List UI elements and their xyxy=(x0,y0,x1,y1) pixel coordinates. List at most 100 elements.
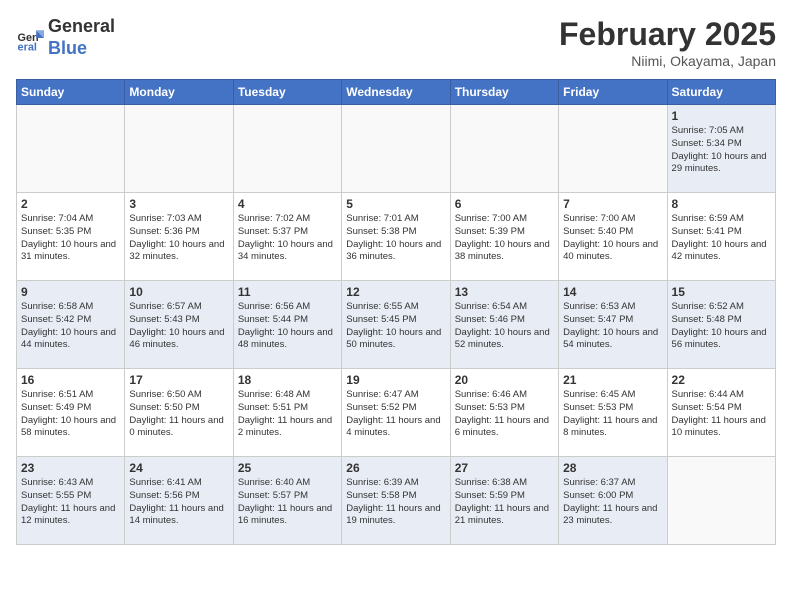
day-number: 25 xyxy=(238,461,337,475)
calendar-week-row: 16Sunrise: 6:51 AM Sunset: 5:49 PM Dayli… xyxy=(17,369,776,457)
calendar-cell xyxy=(667,457,775,545)
day-info: Sunrise: 6:57 AM Sunset: 5:43 PM Dayligh… xyxy=(129,301,228,352)
calendar-table: SundayMondayTuesdayWednesdayThursdayFrid… xyxy=(16,79,776,545)
main-title: February 2025 xyxy=(559,16,776,53)
weekday-header-monday: Monday xyxy=(125,80,233,105)
day-number: 26 xyxy=(346,461,445,475)
calendar-cell: 14 Sunrise: 6:53 AM Sunset: 5:47 PM Dayli… xyxy=(559,281,667,369)
calendar-week-row: 2Sunrise: 7:04 AM Sunset: 5:35 PM Daylig… xyxy=(17,193,776,281)
calendar-cell: 1 Sunrise: 7:05 AM Sunset: 5:34 PM Daylig… xyxy=(667,105,775,193)
day-info: Sunrise: 6:46 AM Sunset: 5:53 PM Dayligh… xyxy=(455,389,554,440)
calendar-week-row: 23 Sunrise: 6:43 AM Sunset: 5:55 PM Dayli… xyxy=(17,457,776,545)
calendar-cell: 27 Sunrise: 6:38 AM Sunset: 5:59 PM Dayli… xyxy=(450,457,558,545)
calendar-cell: 9 Sunrise: 6:58 AM Sunset: 5:42 PM Daylig… xyxy=(17,281,125,369)
day-info: Sunrise: 6:45 AM Sunset: 5:53 PM Dayligh… xyxy=(563,389,662,440)
calendar-week-row: 9 Sunrise: 6:58 AM Sunset: 5:42 PM Daylig… xyxy=(17,281,776,369)
day-number: 11 xyxy=(238,285,337,299)
calendar-cell xyxy=(450,105,558,193)
calendar-cell: 20Sunrise: 6:46 AM Sunset: 5:53 PM Dayli… xyxy=(450,369,558,457)
calendar-cell xyxy=(125,105,233,193)
weekday-header-thursday: Thursday xyxy=(450,80,558,105)
day-info: Sunrise: 7:00 AM Sunset: 5:39 PM Dayligh… xyxy=(455,213,554,264)
weekday-header-tuesday: Tuesday xyxy=(233,80,341,105)
page-header: Gen eral GeneralBlue February 2025 Niimi… xyxy=(16,16,776,69)
calendar-cell: 15 Sunrise: 6:52 AM Sunset: 5:48 PM Dayli… xyxy=(667,281,775,369)
day-number: 14 xyxy=(563,285,662,299)
day-number: 6 xyxy=(455,197,554,211)
day-number: 2 xyxy=(21,197,120,211)
calendar-cell xyxy=(559,105,667,193)
day-info: Sunrise: 6:59 AM Sunset: 5:41 PM Dayligh… xyxy=(672,213,771,264)
day-info: Sunrise: 6:47 AM Sunset: 5:52 PM Dayligh… xyxy=(346,389,445,440)
logo: Gen eral GeneralBlue xyxy=(16,16,115,59)
day-info: Sunrise: 6:40 AM Sunset: 5:57 PM Dayligh… xyxy=(238,477,337,528)
day-info: Sunrise: 6:55 AM Sunset: 5:45 PM Dayligh… xyxy=(346,301,445,352)
day-number: 24 xyxy=(129,461,228,475)
day-info: Sunrise: 7:01 AM Sunset: 5:38 PM Dayligh… xyxy=(346,213,445,264)
calendar-cell: 17 Sunrise: 6:50 AM Sunset: 5:50 PM Dayli… xyxy=(125,369,233,457)
logo-icon: Gen eral xyxy=(16,24,44,52)
day-info: Sunrise: 7:02 AM Sunset: 5:37 PM Dayligh… xyxy=(238,213,337,264)
day-info: Sunrise: 6:58 AM Sunset: 5:42 PM Dayligh… xyxy=(21,301,120,352)
calendar-cell: 21 Sunrise: 6:45 AM Sunset: 5:53 PM Dayli… xyxy=(559,369,667,457)
day-number: 13 xyxy=(455,285,554,299)
calendar-cell: 28Sunrise: 6:37 AM Sunset: 6:00 PM Dayli… xyxy=(559,457,667,545)
calendar-cell: 2Sunrise: 7:04 AM Sunset: 5:35 PM Daylig… xyxy=(17,193,125,281)
day-number: 1 xyxy=(672,109,771,123)
weekday-header-saturday: Saturday xyxy=(667,80,775,105)
day-info: Sunrise: 6:54 AM Sunset: 5:46 PM Dayligh… xyxy=(455,301,554,352)
calendar-cell xyxy=(17,105,125,193)
day-number: 15 xyxy=(672,285,771,299)
day-number: 9 xyxy=(21,285,120,299)
calendar-cell: 19 Sunrise: 6:47 AM Sunset: 5:52 PM Dayli… xyxy=(342,369,450,457)
calendar-cell: 13 Sunrise: 6:54 AM Sunset: 5:46 PM Dayli… xyxy=(450,281,558,369)
calendar-cell: 26Sunrise: 6:39 AM Sunset: 5:58 PM Dayli… xyxy=(342,457,450,545)
calendar-cell: 16Sunrise: 6:51 AM Sunset: 5:49 PM Dayli… xyxy=(17,369,125,457)
day-info: Sunrise: 6:37 AM Sunset: 6:00 PM Dayligh… xyxy=(563,477,662,528)
calendar-cell: 5 Sunrise: 7:01 AM Sunset: 5:38 PM Daylig… xyxy=(342,193,450,281)
day-info: Sunrise: 6:43 AM Sunset: 5:55 PM Dayligh… xyxy=(21,477,120,528)
calendar-cell: 7Sunrise: 7:00 AM Sunset: 5:40 PM Daylig… xyxy=(559,193,667,281)
calendar-cell: 24 Sunrise: 6:41 AM Sunset: 5:56 PM Dayli… xyxy=(125,457,233,545)
day-number: 17 xyxy=(129,373,228,387)
day-info: Sunrise: 6:44 AM Sunset: 5:54 PM Dayligh… xyxy=(672,389,771,440)
calendar-cell: 6 Sunrise: 7:00 AM Sunset: 5:39 PM Daylig… xyxy=(450,193,558,281)
weekday-header-friday: Friday xyxy=(559,80,667,105)
day-info: Sunrise: 6:53 AM Sunset: 5:47 PM Dayligh… xyxy=(563,301,662,352)
day-number: 19 xyxy=(346,373,445,387)
calendar-cell: 11 Sunrise: 6:56 AM Sunset: 5:44 PM Dayli… xyxy=(233,281,341,369)
weekday-header-row: SundayMondayTuesdayWednesdayThursdayFrid… xyxy=(17,80,776,105)
calendar-cell: 12 Sunrise: 6:55 AM Sunset: 5:45 PM Dayli… xyxy=(342,281,450,369)
logo-text: GeneralBlue xyxy=(48,16,115,59)
day-number: 12 xyxy=(346,285,445,299)
calendar-cell: 3Sunrise: 7:03 AM Sunset: 5:36 PM Daylig… xyxy=(125,193,233,281)
day-number: 5 xyxy=(346,197,445,211)
day-info: Sunrise: 7:05 AM Sunset: 5:34 PM Dayligh… xyxy=(672,125,771,176)
day-info: Sunrise: 6:50 AM Sunset: 5:50 PM Dayligh… xyxy=(129,389,228,440)
day-number: 27 xyxy=(455,461,554,475)
weekday-header-sunday: Sunday xyxy=(17,80,125,105)
calendar-cell: 22 Sunrise: 6:44 AM Sunset: 5:54 PM Dayli… xyxy=(667,369,775,457)
calendar-cell xyxy=(342,105,450,193)
day-info: Sunrise: 6:41 AM Sunset: 5:56 PM Dayligh… xyxy=(129,477,228,528)
day-info: Sunrise: 6:38 AM Sunset: 5:59 PM Dayligh… xyxy=(455,477,554,528)
day-info: Sunrise: 6:48 AM Sunset: 5:51 PM Dayligh… xyxy=(238,389,337,440)
day-number: 21 xyxy=(563,373,662,387)
day-number: 10 xyxy=(129,285,228,299)
day-number: 8 xyxy=(672,197,771,211)
weekday-header-wednesday: Wednesday xyxy=(342,80,450,105)
day-number: 23 xyxy=(21,461,120,475)
day-info: Sunrise: 7:00 AM Sunset: 5:40 PM Dayligh… xyxy=(563,213,662,264)
day-number: 3 xyxy=(129,197,228,211)
day-info: Sunrise: 6:52 AM Sunset: 5:48 PM Dayligh… xyxy=(672,301,771,352)
calendar-cell: 25 Sunrise: 6:40 AM Sunset: 5:57 PM Dayli… xyxy=(233,457,341,545)
calendar-body: 1 Sunrise: 7:05 AM Sunset: 5:34 PM Daylig… xyxy=(17,105,776,545)
calendar-cell: 4 Sunrise: 7:02 AM Sunset: 5:37 PM Daylig… xyxy=(233,193,341,281)
day-number: 22 xyxy=(672,373,771,387)
day-info: Sunrise: 6:51 AM Sunset: 5:49 PM Dayligh… xyxy=(21,389,120,440)
day-number: 4 xyxy=(238,197,337,211)
day-info: Sunrise: 6:56 AM Sunset: 5:44 PM Dayligh… xyxy=(238,301,337,352)
day-number: 18 xyxy=(238,373,337,387)
calendar-cell: 18 Sunrise: 6:48 AM Sunset: 5:51 PM Dayli… xyxy=(233,369,341,457)
title-block: February 2025 Niimi, Okayama, Japan xyxy=(559,16,776,69)
